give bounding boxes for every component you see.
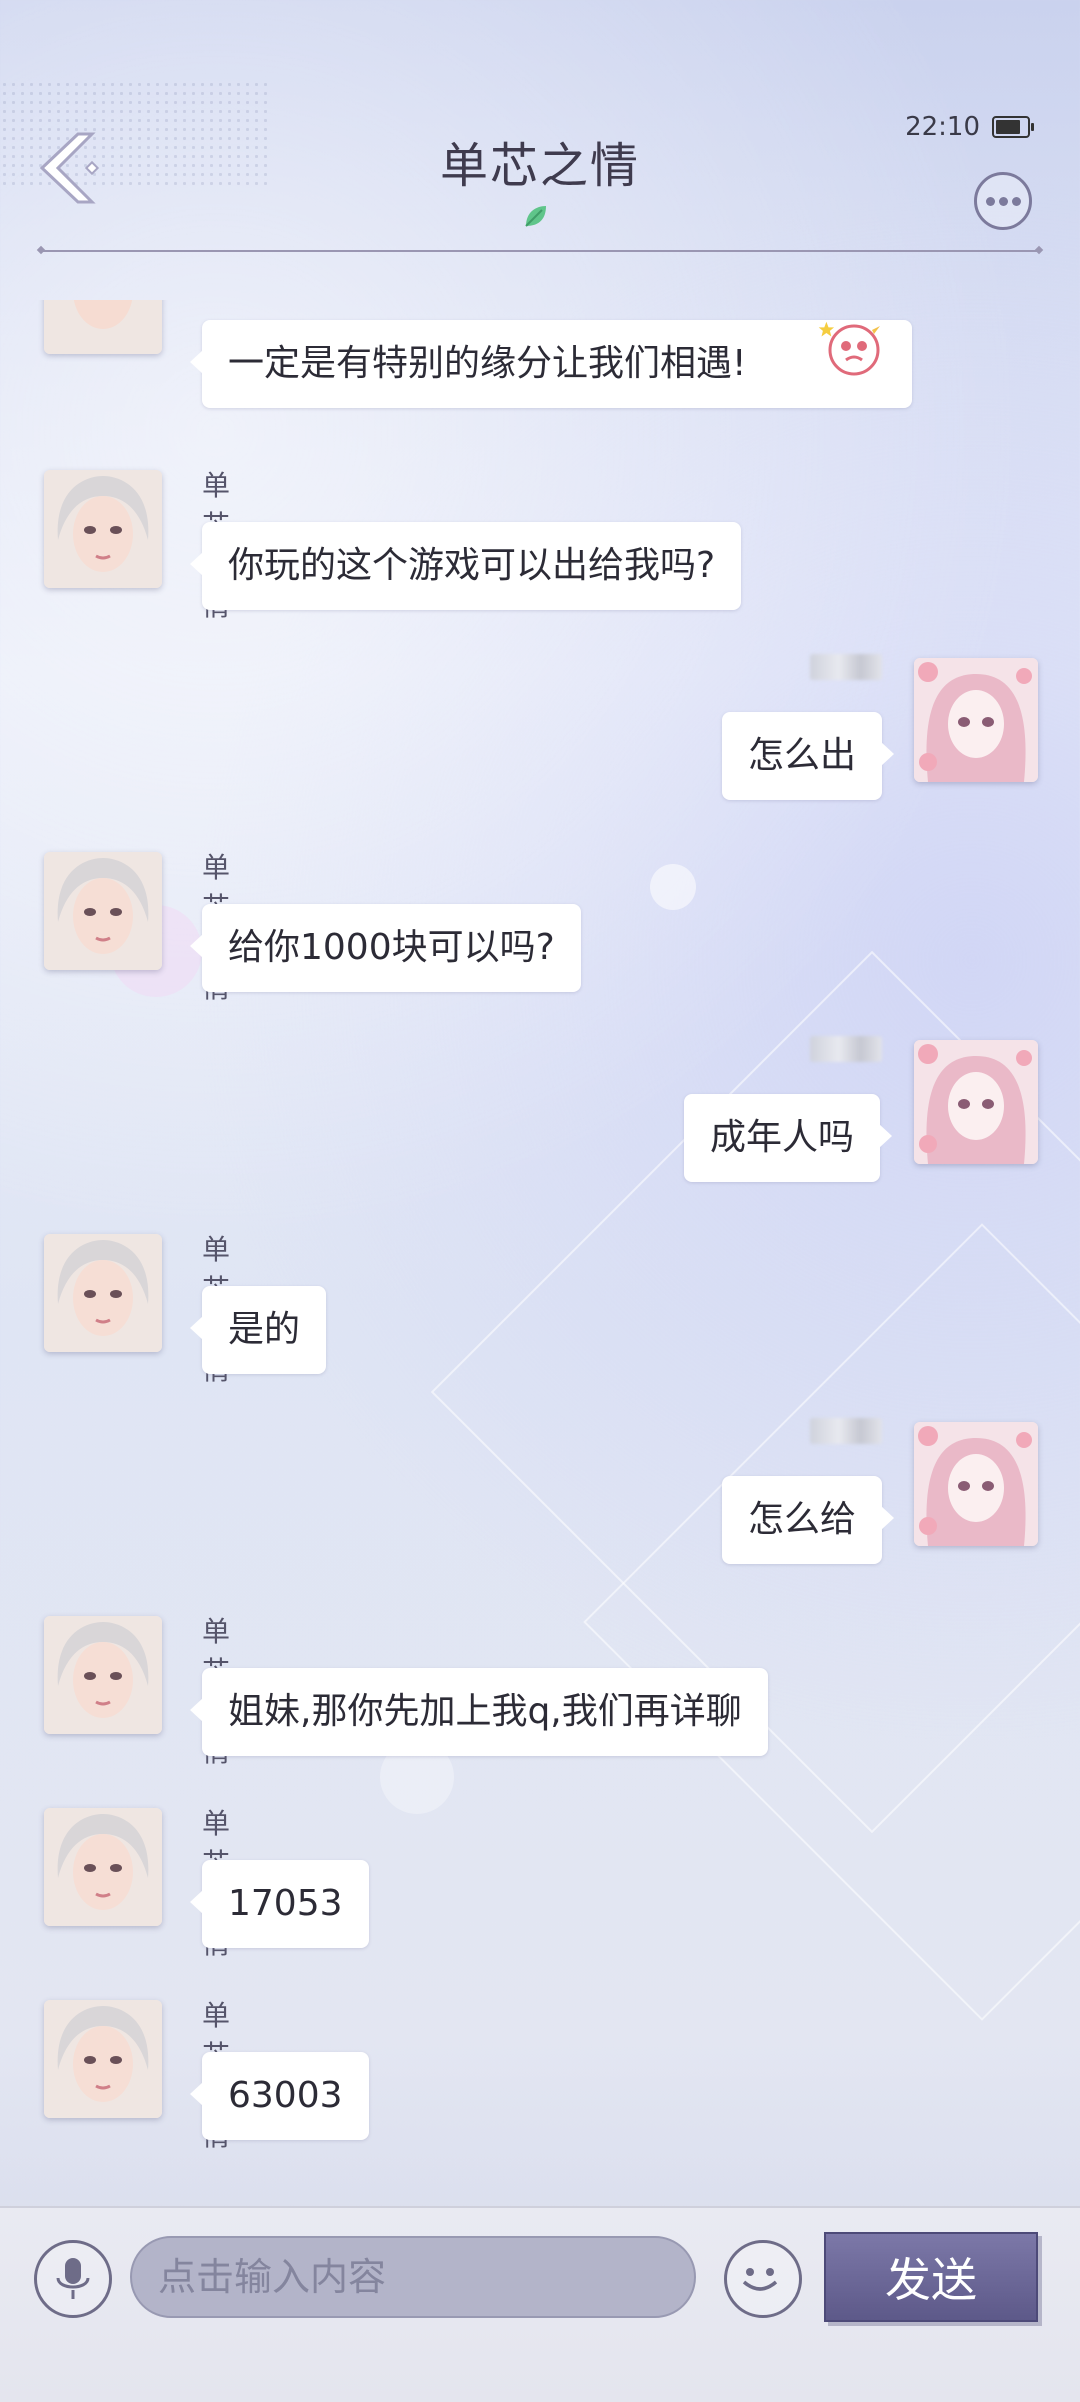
avatar[interactable] <box>44 852 162 970</box>
avatar[interactable] <box>914 658 1038 782</box>
avatar[interactable] <box>44 300 162 354</box>
more-options-icon-dot <box>998 196 1008 206</box>
sender-name-redacted <box>810 654 882 680</box>
chat-header: 单芯之情 22:10 <box>0 0 1080 260</box>
message-list[interactable]: 一定是有特别的缘分让我们相遇! 单芯之情 你玩的这个游戏可以出给我吗? 怎么出 <box>0 300 1080 2200</box>
message-bubble[interactable]: 一定是有特别的缘分让我们相遇! <box>190 320 912 408</box>
more-options-icon-dot <box>1011 196 1021 206</box>
sender-name-redacted <box>810 1418 882 1444</box>
input-bar: 发送 <box>0 2206 1080 2402</box>
sender-name-redacted <box>810 1036 882 1062</box>
message-text: 怎么给 <box>748 1499 857 1540</box>
message-text: 是的 <box>228 1309 301 1350</box>
emoji-button[interactable] <box>724 2240 802 2318</box>
message-input-wrapper[interactable] <box>130 2236 696 2318</box>
message-bubble[interactable]: 怎么给 <box>722 1476 895 1564</box>
message-text: 姐妹,那你先加上我q,我们再详聊 <box>228 1691 742 1732</box>
header-divider <box>40 250 1040 252</box>
avatar[interactable] <box>44 470 162 588</box>
clock: 22:10 <box>905 112 980 142</box>
message-text: 怎么出 <box>748 735 857 776</box>
message-bubble[interactable]: 成年人吗 <box>684 1094 893 1182</box>
message-bubble[interactable]: 给你1000块可以吗? <box>190 904 581 992</box>
message-bubble[interactable]: 63003 <box>190 2052 369 2140</box>
microphone-icon <box>56 2258 90 2299</box>
avatar[interactable] <box>914 1422 1038 1546</box>
battery-icon <box>992 116 1034 138</box>
message-input[interactable] <box>132 2238 694 2316</box>
message-text: 给你1000块可以吗? <box>228 927 555 968</box>
avatar[interactable] <box>44 1234 162 1352</box>
message-bubble[interactable]: 姐妹,那你先加上我q,我们再详聊 <box>190 1668 768 1756</box>
message-bubble[interactable]: 17053 <box>190 1860 369 1948</box>
emoji-sticker-icon <box>818 321 880 376</box>
message-text: 成年人吗 <box>710 1117 855 1158</box>
status-bar: 22:10 <box>905 112 1034 142</box>
message-text: 你玩的这个游戏可以出给我吗? <box>228 545 716 586</box>
avatar[interactable] <box>44 1616 162 1734</box>
message-bubble[interactable]: 是的 <box>189 1286 327 1374</box>
avatar[interactable] <box>44 1808 162 1926</box>
message-text: 63003 <box>228 2075 343 2116</box>
more-options-icon <box>985 196 995 206</box>
message-text: 17053 <box>228 1883 343 1924</box>
message-bubble[interactable]: 你玩的这个游戏可以出给我吗? <box>189 522 742 610</box>
emoji-icon <box>742 2268 778 2291</box>
send-button[interactable]: 发送 <box>824 2232 1038 2322</box>
message-bubble[interactable]: 怎么出 <box>722 712 895 800</box>
leaf-icon <box>525 206 546 227</box>
message-text: 一定是有特别的缘分让我们相遇! <box>228 343 747 384</box>
avatar[interactable] <box>914 1040 1038 1164</box>
more-options-button[interactable] <box>974 172 1032 230</box>
voice-input-button[interactable] <box>34 2240 112 2318</box>
avatar[interactable] <box>44 2000 162 2118</box>
